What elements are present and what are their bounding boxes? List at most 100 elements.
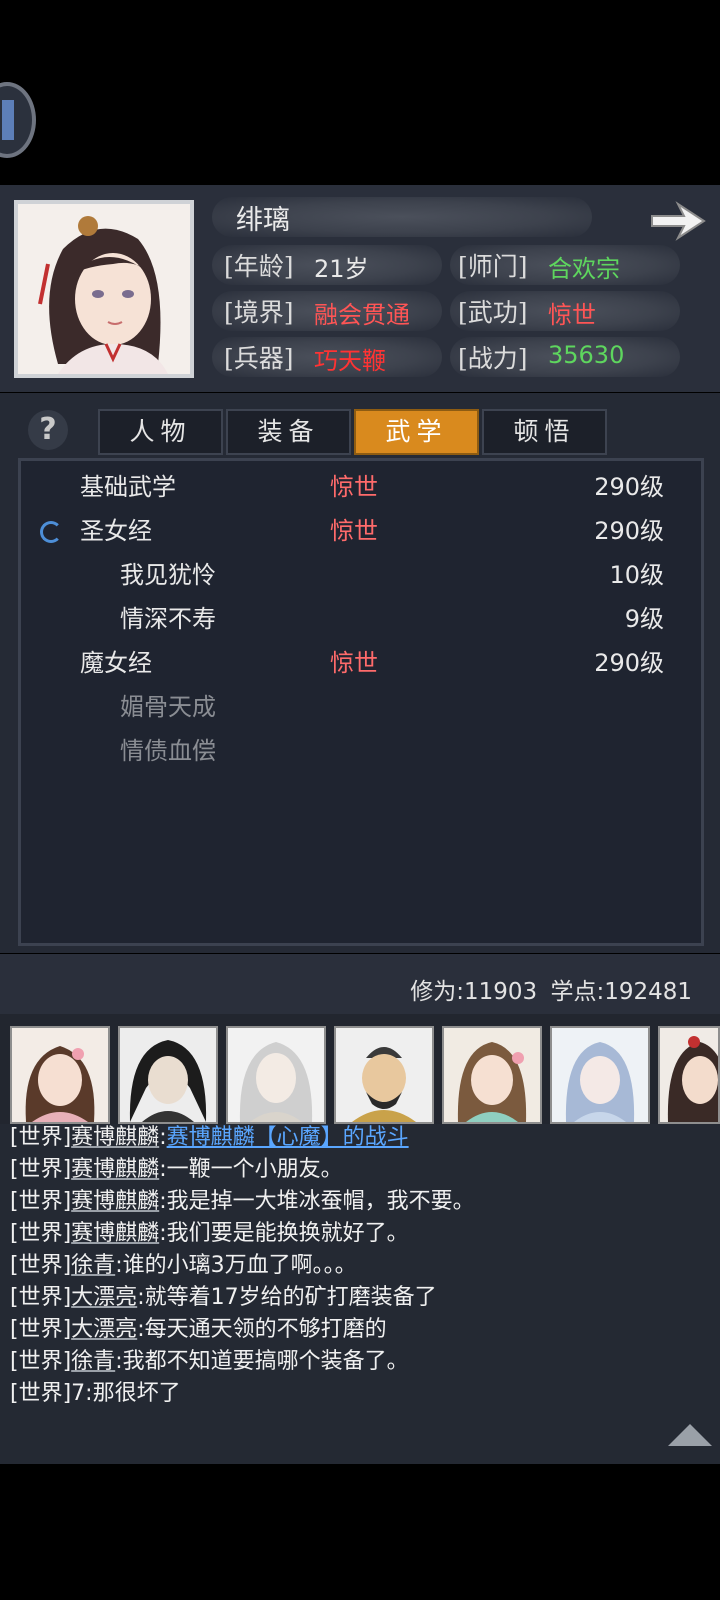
skill-level: 290级 [594,517,664,545]
next-arrow-icon[interactable] [648,198,708,244]
chat-user[interactable]: 大漂亮 [71,1317,137,1342]
chat-separator: : [137,1317,145,1342]
avatar[interactable] [226,1026,326,1124]
chat-separator: : [159,1157,167,1182]
chat-user[interactable]: 赛博麒麟 [71,1157,159,1182]
chat-message[interactable]: [世界]大漂亮:就等着17岁给的矿打磨装备了 [10,1282,437,1314]
chat-separator: : [85,1381,93,1406]
chat-separator: : [137,1285,145,1310]
power-label: [战力] [458,344,528,373]
chat-user[interactable]: 7 [71,1381,85,1406]
skill-name: 圣女经 [80,517,152,545]
chat-text: 我是掉一大堆冰蚕帽，我不要。 [166,1189,475,1214]
chat-message[interactable]: [世界]7:那很坏了 [10,1378,181,1410]
skill-name: 情深不寿 [120,605,216,633]
chat-text: 我们要是能换换就好了。 [166,1221,409,1246]
weapon-label: [兵器] [224,344,294,373]
avatar[interactable] [658,1026,720,1124]
character-name: 绯璃 [236,205,290,236]
loading-spinner-icon [40,521,62,543]
chat-channel: [世界] [10,1349,72,1374]
skill-tier: 惊世 [330,649,378,677]
chat-user[interactable]: 赛博麒麟 [71,1125,159,1150]
age-label: [年龄] [224,252,294,281]
chat-user[interactable]: 徐青 [71,1253,115,1278]
chat-user[interactable]: 徐青 [71,1349,115,1374]
chat-channel: [世界] [10,1125,72,1150]
skill-row[interactable]: 基础武学 惊世 290级 [80,470,664,504]
chat-user[interactable]: 赛博麒麟 [71,1221,159,1246]
skill-row[interactable]: 情债血偿 [80,734,664,768]
tab-martial-arts[interactable]: 武学 [354,409,479,455]
realm-value: 融会贯通 [314,301,410,329]
skill-name: 情债血偿 [120,737,216,765]
cultivation-value: 11903 [463,979,538,1005]
back-button[interactable] [0,82,36,158]
avatar[interactable] [118,1026,218,1124]
chat-text: 那很坏了 [92,1381,181,1406]
chat-text: 一鞭一个小朋友。 [166,1157,343,1182]
chat-separator: : [115,1253,123,1278]
chat-text: 我都不知道要搞哪个装备了。 [122,1349,409,1374]
chat-channel: [世界] [10,1157,72,1182]
chat-message[interactable]: [世界]赛博麒麟:赛博麒麟【心魔】的战斗 [10,1122,409,1154]
skill-level: 10级 [609,561,664,589]
realm-label: [境界] [224,298,294,327]
chat-message[interactable]: [世界]徐青:谁的小璃3万血了啊。。。 [10,1250,357,1282]
skill-row[interactable]: 圣女经 惊世 290级 [80,514,664,548]
chat-separator: : [159,1221,167,1246]
martial-label: [武功] [458,298,528,327]
skill-row[interactable]: 媚骨天成 [80,690,664,724]
skill-row[interactable]: 情深不寿 9级 [80,602,664,636]
skill-name: 媚骨天成 [120,693,216,721]
skill-name: 我见犹怜 [120,561,216,589]
skill-level: 290级 [594,649,664,677]
weapon-value: 巧天鞭 [314,347,386,375]
character-portrait [14,200,194,378]
tab-character[interactable]: 人物 [98,409,223,455]
tab-equipment[interactable]: 装备 [226,409,351,455]
chat-text: 谁的小璃3万血了啊。。。 [122,1253,357,1278]
skill-tier: 惊世 [330,517,378,545]
sect-value: 合欢宗 [548,255,620,283]
avatar[interactable] [334,1026,434,1124]
cultivation-label: 修为: [410,979,464,1005]
chat-channel: [世界] [10,1317,72,1342]
points-value: 192481 [604,979,692,1005]
martial-value: 惊世 [548,301,596,329]
power-value: 35630 [548,341,625,369]
skill-row[interactable]: 魔女经 惊世 290级 [80,646,664,680]
skill-level: 290级 [594,473,664,501]
chat-user[interactable]: 赛博麒麟 [71,1189,159,1214]
scroll-up-icon[interactable] [668,1424,712,1446]
chat-separator: : [159,1189,167,1214]
skill-tier: 惊世 [330,473,378,501]
chat-channel: [世界] [10,1381,72,1406]
chat-message[interactable]: [世界]赛博麒麟:我们要是能换换就好了。 [10,1218,409,1250]
chat-separator: : [115,1349,123,1374]
chat-channel: [世界] [10,1285,72,1310]
skill-name: 魔女经 [80,649,152,677]
avatar[interactable] [10,1026,110,1124]
help-icon[interactable]: ? [28,410,68,450]
chat-channel: [世界] [10,1253,72,1278]
chat-message[interactable]: [世界]赛博麒麟:我是掉一大堆冰蚕帽，我不要。 [10,1186,475,1218]
chat-separator: : [159,1125,167,1150]
chat-text: 就等着17岁给的矿打磨装备了 [144,1285,437,1310]
chat-text: 每天通天领的不够打磨的 [144,1317,387,1342]
chat-message[interactable]: [世界]大漂亮:每天通天领的不够打磨的 [10,1314,387,1346]
chat-channel: [世界] [10,1221,72,1246]
battle-link[interactable]: 赛博麒麟【心魔】的战斗 [167,1125,409,1150]
chat-message[interactable]: [世界]赛博麒麟:一鞭一个小朋友。 [10,1154,343,1186]
skill-row[interactable]: 我见犹怜 10级 [80,558,664,592]
skill-name: 基础武学 [80,473,176,501]
tab-enlightenment[interactable]: 顿悟 [482,409,607,455]
avatar[interactable] [442,1026,542,1124]
age-value: 21岁 [314,255,369,283]
stats: 修为:11903 学点:192481 [410,972,692,1006]
points-label: 学点: [550,979,605,1005]
sect-label: [师门] [458,252,528,281]
chat-user[interactable]: 大漂亮 [71,1285,137,1310]
avatar[interactable] [550,1026,650,1124]
chat-message[interactable]: [世界]徐青:我都不知道要搞哪个装备了。 [10,1346,409,1378]
